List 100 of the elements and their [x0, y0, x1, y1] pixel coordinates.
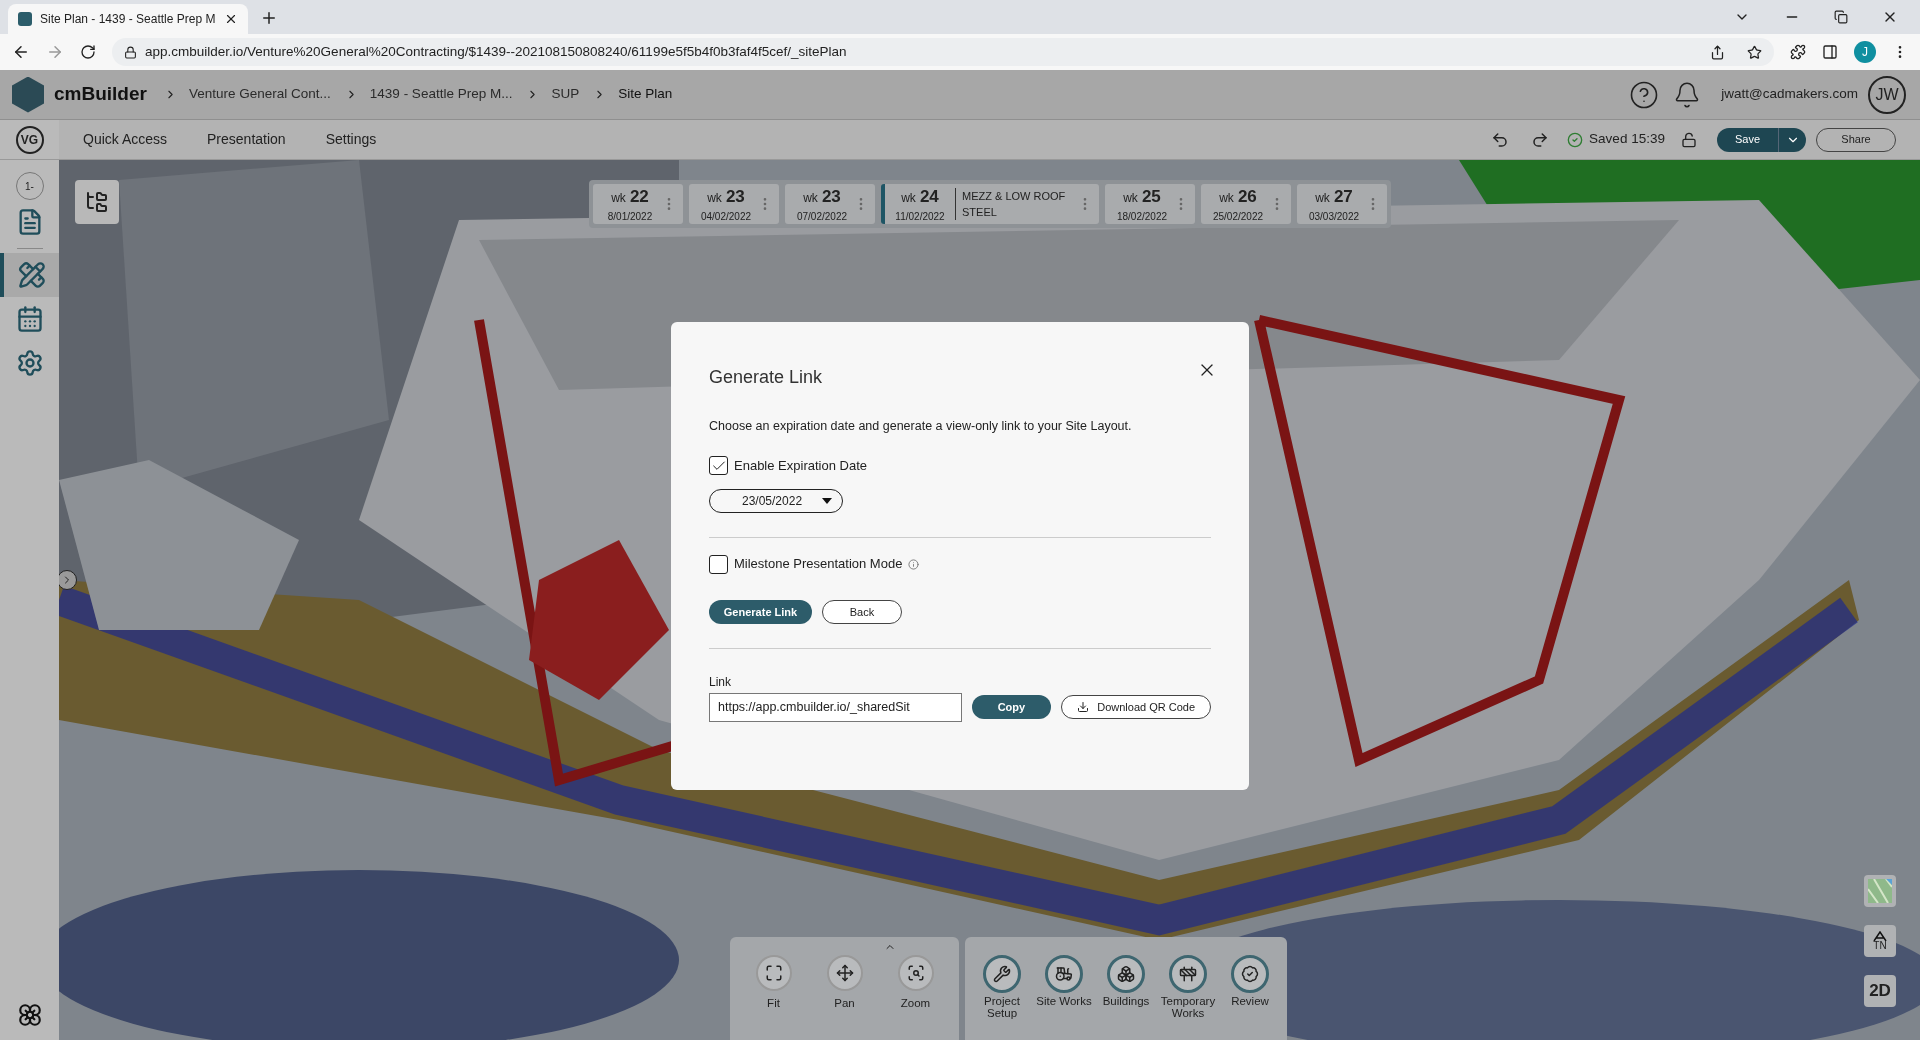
lock-icon — [124, 45, 137, 59]
info-icon[interactable] — [908, 558, 920, 570]
link-field[interactable]: https://app.cmbuilder.io/_sharedSit — [709, 692, 962, 722]
new-tab-icon[interactable] — [260, 9, 278, 27]
view-mode-button[interactable]: 2D — [1864, 975, 1896, 1007]
week-number: 22 — [629, 185, 649, 208]
checkbox-label: Enable Expiration Date — [734, 456, 867, 475]
badge-icon — [1241, 965, 1259, 983]
week-card[interactable]: wk 26 25/02/2022 — [1201, 184, 1291, 224]
breadcrumb-link[interactable]: 1439 - Seattle Prep M... — [369, 84, 513, 105]
north-button[interactable]: TN — [1864, 925, 1896, 957]
layers-button[interactable] — [75, 180, 119, 224]
week-label: wk — [803, 189, 818, 207]
saved-check-icon — [1567, 131, 1584, 148]
favicon-icon — [18, 12, 32, 26]
week-number: 25 — [1141, 185, 1161, 208]
week-date: 04/02/2022 — [700, 210, 752, 225]
week-number: 26 — [1237, 185, 1257, 208]
user-email: jwatt@cadmakers.com — [1721, 85, 1858, 104]
calendar-icon — [15, 305, 44, 333]
week-card[interactable]: wk 23 04/02/2022 — [689, 184, 779, 224]
week-number: 24 — [919, 185, 939, 208]
org-avatar[interactable]: VG — [15, 125, 44, 154]
dialog-title: Generate Link — [709, 366, 823, 389]
reload-icon[interactable] — [80, 44, 96, 60]
copy-button[interactable]: Copy — [971, 695, 1052, 720]
week-date: 25/02/2022 — [1212, 210, 1264, 225]
week-label: wk — [1123, 189, 1138, 207]
week-date: 8/01/2022 — [607, 210, 653, 225]
unlock-icon[interactable] — [1680, 131, 1697, 148]
restore-icon[interactable] — [1834, 10, 1848, 24]
module-button[interactable]: Buildings — [1095, 955, 1157, 1040]
menu-tab[interactable]: Presentation — [207, 129, 286, 150]
view-tool-button[interactable]: Pan — [814, 955, 875, 1040]
download-qr-button[interactable]: Download QR Code — [1061, 695, 1211, 720]
url-text: app.cmbuilder.io/Venture%20General%20Contracting/$1439--202108150808240/61199e5f5b4f0b3faf4f5cef/_sitePlan — [145, 42, 848, 61]
module-button[interactable]: Project Setup — [971, 955, 1033, 1040]
tab-title: Site Plan - 1439 - Seattle Prep M — [40, 11, 216, 28]
tools-icon — [993, 965, 1011, 983]
profile-avatar[interactable]: J — [1854, 41, 1876, 63]
undo-icon[interactable] — [1491, 130, 1510, 149]
fit-icon — [764, 964, 783, 982]
help-icon[interactable] — [1629, 79, 1660, 110]
milestone-note: MEZZ & LOW ROOF — [962, 189, 1066, 204]
week-label: wk — [707, 189, 722, 207]
close-icon[interactable] — [224, 12, 238, 26]
week-date: 07/02/2022 — [796, 210, 848, 225]
week-card[interactable]: wk 23 07/02/2022 — [785, 184, 875, 224]
settings-icon — [15, 349, 44, 377]
week-label: wk — [1219, 189, 1234, 207]
north-arrow-icon — [1873, 931, 1887, 941]
address-bar[interactable]: app.cmbuilder.io/Venture%20General%20Contracting/$1439--202108150808240/61199e5f5b4f0b3faf4f5cef/_sitePlan — [112, 38, 1774, 66]
generate-link-button[interactable]: Generate Link — [709, 599, 812, 624]
move-icon — [835, 964, 854, 982]
milestone-checkbox[interactable] — [709, 554, 728, 574]
week-card[interactable]: wk 27 03/03/2022 — [1297, 184, 1387, 224]
map-icon — [1868, 879, 1892, 903]
view-tool-button[interactable]: Fit — [743, 955, 804, 1040]
tree-icon — [85, 190, 109, 214]
sidebar-item[interactable] — [0, 253, 59, 297]
menu-tab[interactable]: Settings — [325, 129, 377, 150]
flower-icon[interactable] — [16, 1002, 43, 1028]
user-avatar[interactable]: JW — [1868, 75, 1906, 114]
module-button[interactable]: Temporary Works — [1157, 955, 1219, 1040]
share-icon[interactable] — [1710, 44, 1725, 60]
caret-icon — [822, 498, 832, 505]
link-label: Link — [709, 673, 732, 691]
week-card[interactable]: wk 22 8/01/2022 — [593, 184, 683, 224]
redo-icon[interactable] — [1531, 130, 1550, 149]
boxes-icon — [1117, 965, 1135, 983]
forward-icon[interactable] — [46, 43, 64, 61]
module-button[interactable]: Site Works — [1033, 955, 1095, 1040]
checkbox-label: Milestone Presentation Mode — [734, 555, 903, 574]
week-card[interactable]: wk 25 18/02/2022 — [1105, 184, 1195, 224]
dialog-description: Choose an expiration date and generate a view-only link to your Site Layout. — [709, 418, 1133, 435]
week-label: wk — [1315, 189, 1330, 207]
milestone-note: STEEL — [962, 205, 997, 220]
extensions-icon[interactable] — [1790, 44, 1806, 60]
back-icon[interactable] — [12, 43, 30, 61]
week-card[interactable]: wk 24 11/02/2022 MEZZ & LOW ROOF STEEL — [881, 184, 1099, 224]
download-icon — [1077, 701, 1090, 714]
week-number: 27 — [1333, 185, 1353, 208]
pencil-ruler-icon — [17, 261, 46, 289]
week-label: wk — [901, 189, 916, 207]
breadcrumb-link[interactable]: SUP — [551, 84, 580, 105]
view-tool-button[interactable]: Zoom — [885, 955, 946, 1040]
bookmark-icon[interactable] — [1747, 44, 1762, 60]
zoom-icon — [906, 964, 925, 982]
expiration-checkbox[interactable] — [709, 456, 728, 475]
saved-status: Saved 15:39 — [1589, 130, 1665, 149]
week-number: 23 — [821, 185, 841, 208]
breadcrumb-link[interactable]: Venture General Cont... — [189, 84, 331, 105]
back-button[interactable]: Back — [822, 599, 902, 624]
week-date: 11/02/2022 — [895, 210, 945, 225]
side-panel-icon[interactable] — [1822, 44, 1838, 60]
menu-tab[interactable]: Quick Access — [83, 129, 168, 150]
module-button[interactable]: Review — [1219, 955, 1281, 1040]
browser-tab[interactable]: Site Plan - 1439 - Seattle Prep M — [8, 4, 248, 34]
week-date: 18/02/2022 — [1116, 210, 1168, 225]
breadcrumb-link[interactable]: Site Plan — [618, 84, 673, 105]
